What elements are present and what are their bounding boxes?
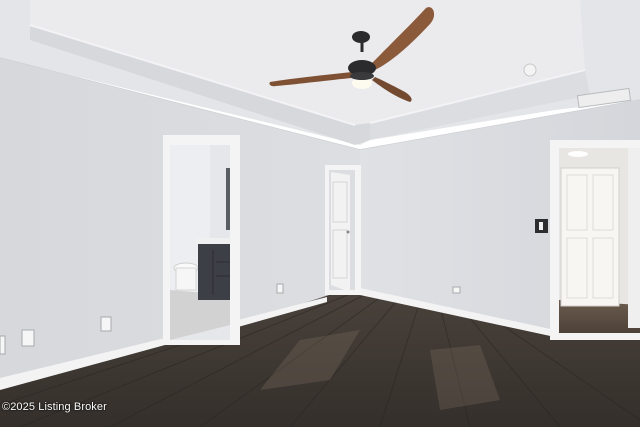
closet-doorway xyxy=(325,165,361,295)
hall-light xyxy=(568,151,588,157)
watermark: ©2025 Listing Broker xyxy=(2,401,107,413)
door-knob xyxy=(346,230,350,234)
outlet-wall xyxy=(276,283,284,294)
vanity xyxy=(198,242,230,300)
outlet-mid xyxy=(100,316,112,332)
room-illustration xyxy=(0,0,640,427)
outlet-edge xyxy=(0,335,6,355)
outlet-left xyxy=(21,329,35,347)
bathroom-doorway xyxy=(163,135,240,345)
hallway-door xyxy=(560,167,620,307)
outlet-right xyxy=(452,286,461,294)
smoke-detector xyxy=(523,63,537,77)
hallway-doorway xyxy=(550,140,640,340)
room-photo xyxy=(0,0,640,427)
